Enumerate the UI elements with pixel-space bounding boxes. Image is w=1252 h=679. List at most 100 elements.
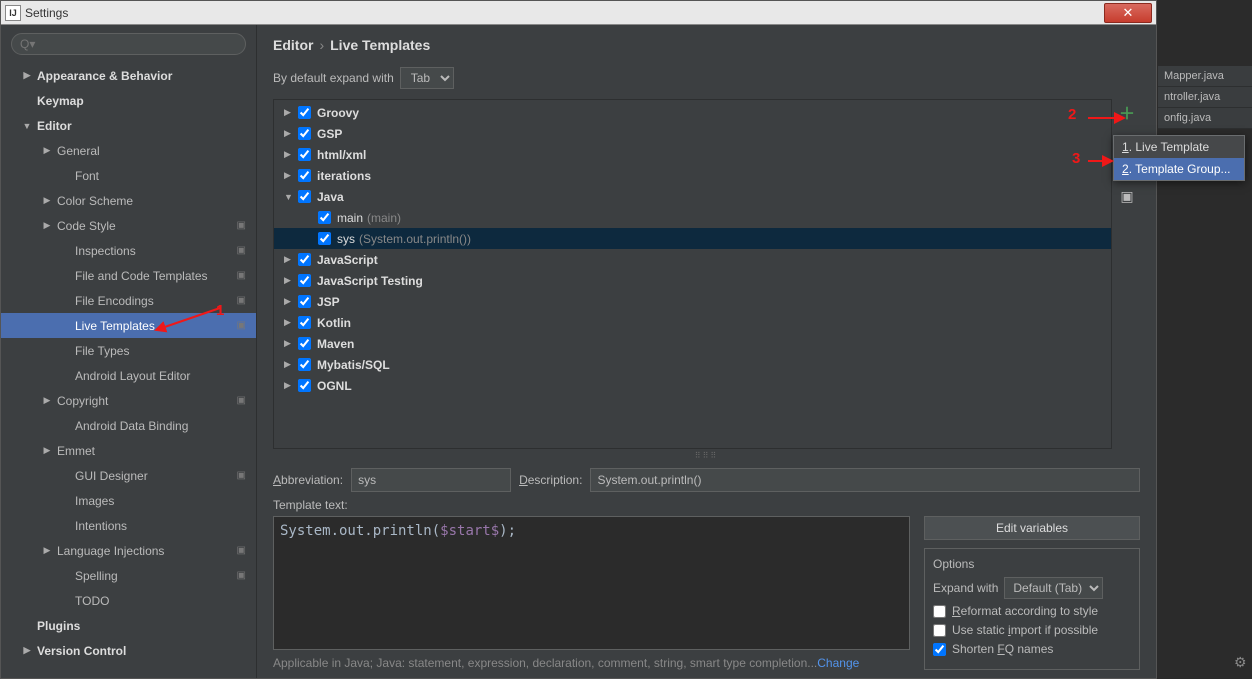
sidebar-item[interactable]: ▶Intentions (1, 513, 256, 538)
project-settings-icon: ▣ (237, 395, 246, 406)
template-item[interactable]: main(main) (274, 207, 1111, 228)
search-input[interactable] (11, 33, 246, 55)
template-checkbox[interactable] (318, 232, 331, 245)
applicable-contexts: Applicable in Java; Java: statement, exp… (273, 656, 910, 670)
change-contexts-link[interactable]: Change (817, 656, 859, 670)
editor-tab[interactable]: onfig.java (1158, 108, 1252, 129)
shorten-fq-checkbox[interactable] (933, 643, 946, 656)
template-group[interactable]: ▶iterations (274, 165, 1111, 186)
project-settings-icon: ▣ (237, 295, 246, 306)
project-settings-icon: ▣ (237, 220, 246, 231)
description-label: Description: (519, 473, 582, 487)
template-group[interactable]: ▶Groovy (274, 102, 1111, 123)
sidebar-item[interactable]: ▶Spelling▣ (1, 563, 256, 588)
sidebar-item[interactable]: ▶Images (1, 488, 256, 513)
group-checkbox[interactable] (298, 337, 311, 350)
sidebar-item[interactable]: ▶TODO (1, 588, 256, 613)
template-group[interactable]: ▶OGNL (274, 375, 1111, 396)
settings-main: Editor›Live Templates By default expand … (257, 25, 1156, 678)
restore-button[interactable]: ▣ (1116, 185, 1138, 207)
template-text-label: Template text: (273, 498, 1140, 512)
project-settings-icon: ▣ (237, 270, 246, 281)
default-expand-label: By default expand with (273, 71, 394, 85)
template-group[interactable]: ▼Java (274, 186, 1111, 207)
template-text-editor[interactable]: System.out.println($start$); (273, 516, 910, 650)
sidebar-item[interactable]: ▶General (1, 138, 256, 163)
close-icon: ✕ (1123, 5, 1134, 21)
group-checkbox[interactable] (298, 190, 311, 203)
sidebar-item[interactable]: ▶Code Style▣ (1, 213, 256, 238)
project-settings-icon: ▣ (237, 245, 246, 256)
sidebar-item[interactable]: ▶Copyright▣ (1, 388, 256, 413)
resize-grip[interactable]: ⠿⠿⠿ (273, 451, 1140, 460)
settings-sidebar: ▶Appearance & Behavior▶Keymap▼Editor▶Gen… (1, 25, 257, 678)
template-group[interactable]: ▶GSP (274, 123, 1111, 144)
shorten-fq-label: Shorten FQ names (952, 642, 1053, 656)
static-import-label: Use static import if possible (952, 623, 1098, 637)
edit-variables-button[interactable]: Edit variables (924, 516, 1140, 540)
template-group[interactable]: ▶html/xml (274, 144, 1111, 165)
sidebar-item[interactable]: ▶Live Templates▣ (1, 313, 256, 338)
expand-with-select[interactable]: Default (Tab) (1004, 577, 1103, 599)
sidebar-item[interactable]: ▶File Encodings▣ (1, 288, 256, 313)
reformat-label: Reformat according to style (952, 604, 1098, 618)
group-checkbox[interactable] (298, 148, 311, 161)
app-icon: IJ (5, 5, 21, 21)
group-checkbox[interactable] (298, 127, 311, 140)
titlebar: IJ Settings ✕ (1, 1, 1156, 25)
group-checkbox[interactable] (298, 379, 311, 392)
abbreviation-label: Abbreviation: (273, 473, 343, 487)
sidebar-item[interactable]: ▶Plugins (1, 613, 256, 638)
sidebar-item[interactable]: ▶File Types (1, 338, 256, 363)
options-title: Options (933, 557, 1131, 571)
group-checkbox[interactable] (298, 169, 311, 182)
default-expand-select[interactable]: Tab (400, 67, 454, 89)
sidebar-item[interactable]: ▼Editor (1, 113, 256, 138)
sidebar-item[interactable]: ▶Font (1, 163, 256, 188)
sidebar-item[interactable]: ▶Keymap (1, 88, 256, 113)
static-import-checkbox[interactable] (933, 624, 946, 637)
description-input[interactable] (590, 468, 1140, 492)
popup-live-template[interactable]: 1. Live Template (1114, 136, 1244, 158)
sidebar-item[interactable]: ▶Emmet (1, 438, 256, 463)
template-item[interactable]: sys(System.out.println()) (274, 228, 1111, 249)
sidebar-item[interactable]: ▶Color Scheme (1, 188, 256, 213)
sidebar-item[interactable]: ▶Inspections▣ (1, 238, 256, 263)
add-button[interactable]: ＋ (1116, 101, 1138, 123)
group-checkbox[interactable] (298, 106, 311, 119)
settings-tree[interactable]: ▶Appearance & Behavior▶Keymap▼Editor▶Gen… (1, 63, 256, 678)
abbreviation-input[interactable] (351, 468, 511, 492)
template-group[interactable]: ▶JSP (274, 291, 1111, 312)
group-checkbox[interactable] (298, 274, 311, 287)
sidebar-item[interactable]: ▶GUI Designer▣ (1, 463, 256, 488)
template-group[interactable]: ▶JavaScript Testing (274, 270, 1111, 291)
group-checkbox[interactable] (298, 295, 311, 308)
project-settings-icon: ▣ (237, 320, 246, 331)
gear-icon[interactable]: ⚙ (1234, 654, 1247, 671)
template-group[interactable]: ▶Kotlin (274, 312, 1111, 333)
template-group[interactable]: ▶Maven (274, 333, 1111, 354)
sidebar-item[interactable]: ▶Appearance & Behavior (1, 63, 256, 88)
group-checkbox[interactable] (298, 358, 311, 371)
project-settings-icon: ▣ (237, 470, 246, 481)
template-group[interactable]: ▶Mybatis/SQL (274, 354, 1111, 375)
template-groups-list[interactable]: ▶Groovy▶GSP▶html/xml▶iterations▼Javamain… (273, 99, 1112, 449)
sidebar-item[interactable]: ▶File and Code Templates▣ (1, 263, 256, 288)
add-popup-menu: 1. Live Template 2. Template Group... (1113, 135, 1245, 181)
reformat-checkbox[interactable] (933, 605, 946, 618)
close-button[interactable]: ✕ (1104, 3, 1152, 23)
sidebar-item[interactable]: ▶Language Injections▣ (1, 538, 256, 563)
sidebar-item[interactable]: ▶Version Control (1, 638, 256, 663)
popup-template-group[interactable]: 2. Template Group... (1114, 158, 1244, 180)
sidebar-item[interactable]: ▶Android Data Binding (1, 413, 256, 438)
group-checkbox[interactable] (298, 253, 311, 266)
template-group[interactable]: ▶JavaScript (274, 249, 1111, 270)
template-checkbox[interactable] (318, 211, 331, 224)
editor-tab[interactable]: Mapper.java (1158, 66, 1252, 87)
window-title: Settings (25, 6, 68, 20)
project-settings-icon: ▣ (237, 545, 246, 556)
editor-tab[interactable]: ntroller.java (1158, 87, 1252, 108)
project-settings-icon: ▣ (237, 570, 246, 581)
sidebar-item[interactable]: ▶Android Layout Editor (1, 363, 256, 388)
group-checkbox[interactable] (298, 316, 311, 329)
